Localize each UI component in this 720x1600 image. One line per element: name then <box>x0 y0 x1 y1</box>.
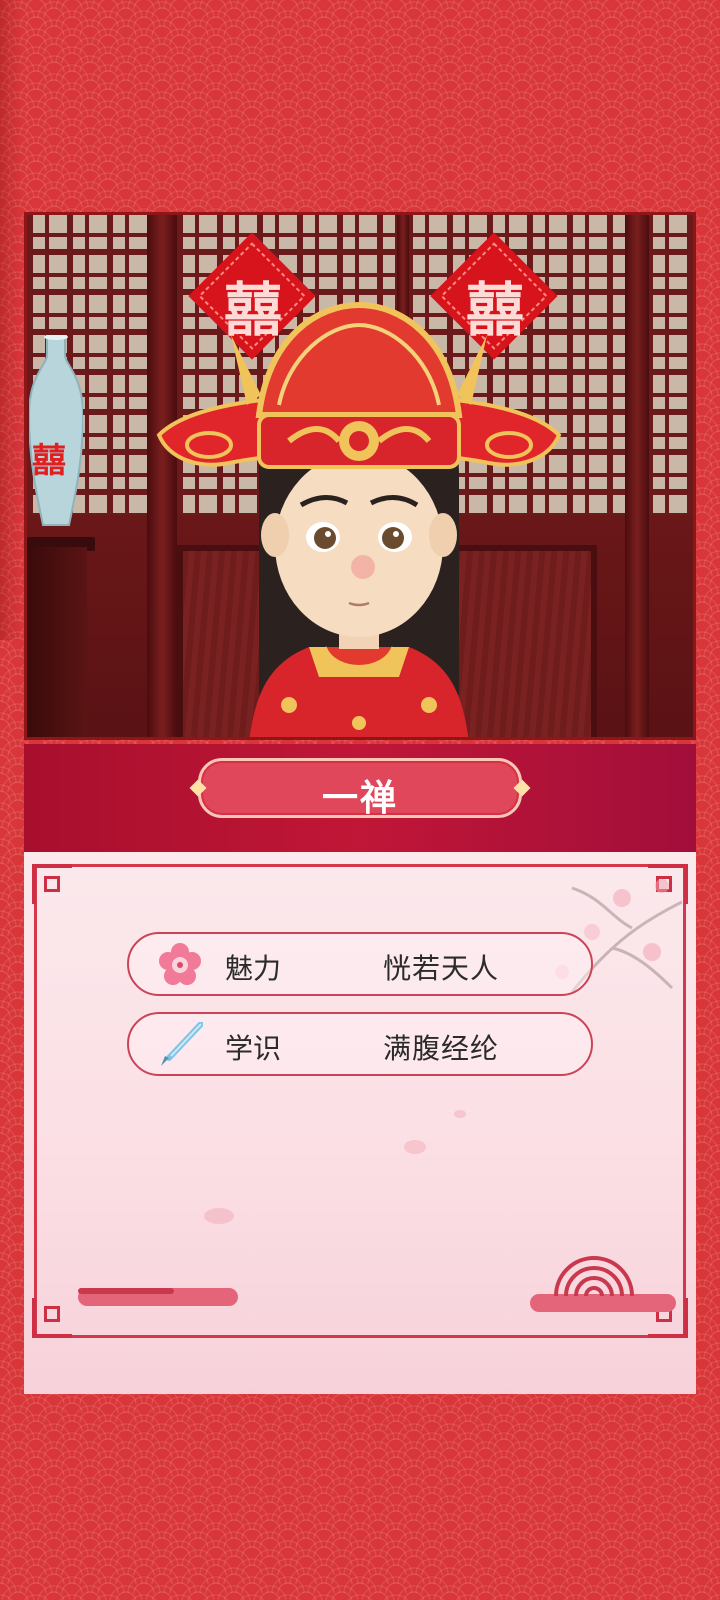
name-plate: 一禅 <box>189 758 531 819</box>
character-scene: 囍 囍 囍 <box>24 212 696 740</box>
corner-ornament <box>32 864 72 904</box>
stat-label: 学识 <box>225 1032 282 1065</box>
scroll-ornament <box>78 1288 238 1306</box>
side-table-leg <box>27 547 87 737</box>
wave-ornament <box>530 1256 676 1312</box>
pillar <box>625 215 649 737</box>
stat-value: 满腹经纶 <box>383 1032 500 1065</box>
plum-blossom-icon <box>159 943 201 985</box>
stat-row-charm: 魅力 恍若天人 <box>127 932 593 996</box>
petal-decoration <box>404 1140 426 1154</box>
left-edge-shadow <box>0 0 22 640</box>
vase-double-happiness: 囍 <box>32 441 66 481</box>
character-name: 一禅 <box>321 778 398 819</box>
calligraphy-brush-icon <box>161 1022 203 1066</box>
corner-ornament <box>32 1298 72 1338</box>
attribute-card: 魅力 恍若天人 学识 满腹经纶 <box>24 852 696 1394</box>
stat-label: 魅力 <box>225 952 282 985</box>
character-avatar <box>156 301 562 737</box>
name-banner: 一禅 <box>24 744 696 852</box>
petal-decoration <box>454 1110 466 1118</box>
window-lattice <box>647 215 693 525</box>
stat-value: 恍若天人 <box>383 952 500 985</box>
petal-decoration <box>204 1208 234 1224</box>
stat-row-knowledge: 学识 满腹经纶 <box>127 1012 593 1076</box>
